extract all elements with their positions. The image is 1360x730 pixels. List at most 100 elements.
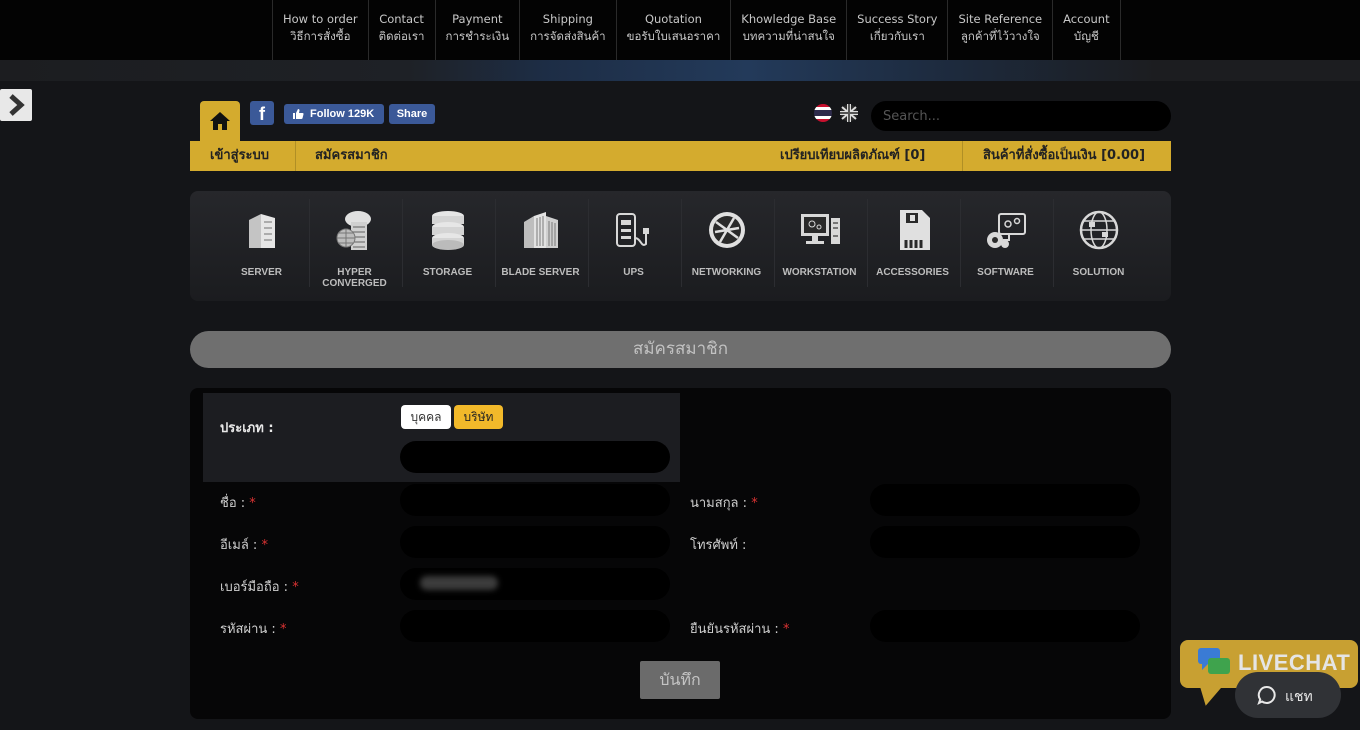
- phone-label: โทรศัพท์ :: [690, 538, 747, 553]
- category-ups[interactable]: UPS: [587, 191, 680, 301]
- category-menu: SERVER HYPER CONVERGED STORAGE BLADE SER…: [190, 191, 1171, 301]
- thai-flag-icon[interactable]: [814, 104, 832, 122]
- top-nav: How to order วิธีการสั่งซื้อ Contact ติดต่…: [272, 0, 1121, 60]
- nav-site-reference[interactable]: Site Reference ลูกค้าที่ไว้วางใจ: [947, 0, 1052, 60]
- last-name-label: นามสกุล : *: [690, 492, 758, 513]
- label-text: ชื่อ :: [220, 496, 246, 511]
- password-label: รหัสผ่าน : *: [220, 618, 286, 639]
- search-input[interactable]: [871, 101, 1171, 131]
- register-link[interactable]: สมัครสมาชิก: [315, 141, 388, 171]
- mobile-label: เบอร์มือถือ : *: [220, 576, 299, 597]
- required-mark: *: [261, 538, 268, 553]
- category-blade-server[interactable]: BLADE SERVER: [494, 191, 587, 301]
- category-label: SOFTWARE: [977, 267, 1034, 278]
- required-mark: *: [751, 496, 758, 511]
- category-solution[interactable]: SOLUTION: [1052, 191, 1145, 301]
- email-field[interactable]: [400, 526, 670, 558]
- category-networking[interactable]: NETWORKING: [680, 191, 773, 301]
- nav-payment[interactable]: Payment การชำระเงิน: [434, 0, 520, 60]
- category-software[interactable]: SOFTWARE: [959, 191, 1052, 301]
- divider: [295, 141, 296, 171]
- divider: [962, 141, 963, 171]
- sidebar-toggle-button[interactable]: [0, 89, 32, 121]
- nav-success-story[interactable]: Success Story เกี่ยวกับเรา: [846, 0, 947, 60]
- compare-link[interactable]: เปรียบเทียบผลิตภัณฑ์ [0]: [780, 141, 925, 171]
- chat-button[interactable]: แชท: [1235, 672, 1341, 718]
- category-label: STORAGE: [422, 267, 473, 278]
- nav-shipping[interactable]: Shipping การจัดส่งสินค้า: [519, 0, 615, 60]
- required-mark: *: [292, 580, 299, 595]
- server-icon: [249, 214, 275, 248]
- uk-flag-icon[interactable]: [840, 104, 858, 122]
- nav-label-th: ลูกค้าที่ไว้วางใจ: [960, 29, 1040, 43]
- facebook-share-button[interactable]: Share: [389, 104, 435, 124]
- category-label: WORKSTATION: [782, 267, 857, 278]
- password-field[interactable]: [400, 610, 670, 642]
- workstation-icon: [801, 214, 840, 244]
- hyper-converged-icon: [336, 211, 371, 250]
- label-text: รหัสผ่าน :: [220, 622, 276, 637]
- chat-label: แชท: [1285, 689, 1313, 705]
- nav-label-th: ติดต่อเรา: [378, 29, 425, 43]
- login-link[interactable]: เข้าสู่ระบบ: [210, 141, 269, 171]
- save-button[interactable]: บันทึก: [640, 661, 720, 699]
- category-label: SOLUTION: [1072, 267, 1125, 278]
- type-option-company[interactable]: บริษัท: [454, 405, 503, 429]
- blade-server-icon: [524, 212, 558, 248]
- cart-link[interactable]: สินค้าที่สั่งซื้อเป็นเงิน [0.00]: [983, 141, 1145, 171]
- nav-label-th: การจัดส่งสินค้า: [530, 29, 606, 43]
- networking-icon: [709, 212, 745, 248]
- ups-icon: [616, 213, 649, 247]
- label-text: นามสกุล :: [690, 496, 748, 511]
- category-label: UPS: [623, 267, 644, 278]
- category-storage[interactable]: STORAGE: [401, 191, 494, 301]
- category-workstation[interactable]: WORKSTATION: [773, 191, 866, 301]
- nav-label-th: เกี่ยวกับเรา: [869, 29, 925, 43]
- nav-label-en: Success Story: [857, 12, 938, 26]
- nav-contact[interactable]: Contact ติดต่อเรา: [367, 0, 435, 60]
- nav-label-en: Quotation: [644, 12, 702, 26]
- category-accessories[interactable]: ACCESSORIES: [866, 191, 959, 301]
- nav-label-en: Contact: [379, 12, 424, 26]
- phone-field[interactable]: [870, 526, 1140, 558]
- solution-icon: [1079, 210, 1119, 250]
- nav-label-en: Site Reference: [958, 12, 1043, 26]
- page-title: สมัครสมาชิก: [190, 331, 1171, 368]
- chevron-right-icon: [9, 94, 25, 116]
- facebook-follow-button[interactable]: Follow 129K: [284, 104, 384, 124]
- accessories-icon: [900, 210, 930, 250]
- last-name-field[interactable]: [870, 484, 1140, 516]
- first-name-field[interactable]: [400, 484, 670, 516]
- header-banner: [0, 60, 1360, 81]
- category-label: HYPER CONVERGED: [322, 267, 387, 289]
- facebook-icon[interactable]: f: [250, 101, 274, 125]
- first-name-label: ชื่อ : *: [220, 492, 256, 513]
- account-bar: เข้าสู่ระบบ สมัครสมาชิก เปรียบเทียบผลิตภ…: [190, 141, 1171, 171]
- nav-account[interactable]: Account บัญชี: [1052, 0, 1121, 60]
- confirm-password-field[interactable]: [870, 610, 1140, 642]
- nav-label-en: Account: [1063, 12, 1110, 26]
- nav-quotation[interactable]: Quotation ขอรับใบเสนอราคา: [615, 0, 731, 60]
- thumbs-up-icon: [293, 109, 304, 119]
- nav-label-en: How to order: [283, 12, 358, 26]
- company-name-field[interactable]: [400, 441, 670, 473]
- required-mark: *: [279, 622, 287, 637]
- home-button[interactable]: [200, 101, 240, 141]
- category-label: NETWORKING: [691, 267, 762, 278]
- nav-label-en: Shipping: [542, 12, 593, 26]
- livechat-tail: [1193, 681, 1223, 709]
- nav-label-th: วิธีการสั่งซื้อ: [290, 29, 351, 43]
- required-mark: *: [782, 622, 790, 637]
- label-text: เบอร์มือถือ :: [220, 580, 289, 595]
- category-label: ACCESSORIES: [876, 267, 949, 278]
- nav-label-th: บัญชี: [1073, 29, 1099, 43]
- type-option-person[interactable]: บุคคล: [401, 405, 451, 429]
- category-hyper-converged[interactable]: HYPER CONVERGED: [308, 191, 401, 301]
- category-label: BLADE SERVER: [501, 267, 580, 278]
- required-mark: *: [249, 496, 256, 511]
- category-server[interactable]: SERVER: [215, 191, 308, 301]
- nav-label-en: Payment: [452, 12, 503, 26]
- nav-how-to-order[interactable]: How to order วิธีการสั่งซื้อ: [272, 0, 368, 60]
- mobile-blurred-value: [420, 576, 498, 590]
- nav-knowledge-base[interactable]: Khowledge Base บทความที่น่าสนใจ: [730, 0, 846, 60]
